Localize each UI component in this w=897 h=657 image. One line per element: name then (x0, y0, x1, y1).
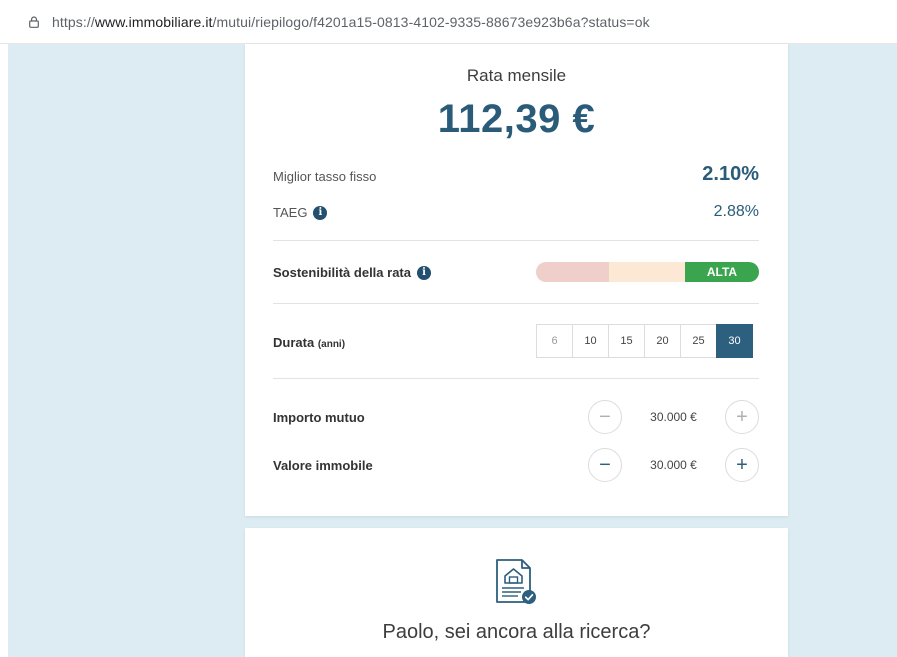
rata-title: Rata mensile (466, 66, 567, 85)
divider (273, 378, 759, 379)
durata-option-25[interactable]: 25 (680, 324, 717, 358)
divider (273, 240, 759, 241)
address-bar[interactable]: https://www.immobiliare.it/mutui/riepilo… (0, 0, 897, 44)
sostenibilita-bar: ALTA (536, 262, 759, 282)
valore-stepper: − 30.000 € + (588, 448, 759, 482)
taeg-label: TAEG (273, 205, 308, 220)
sostenibilita-segment-low (536, 262, 609, 282)
durata-label: Durata (anni) (273, 335, 345, 350)
lock-icon (29, 16, 39, 28)
taeg-info-icon[interactable]: i (313, 205, 328, 220)
sostenibilita-info-icon[interactable]: i (417, 265, 431, 280)
durata-unit: (anni) (317, 339, 346, 350)
valore-label: Valore immobile (273, 458, 373, 473)
durata-option-10[interactable]: 10 (572, 324, 609, 358)
valore-value[interactable]: 30.000 € (622, 458, 725, 472)
rata-value: 112,39 € (437, 97, 596, 141)
promo-title: Paolo, sei ancora alla ricerca? (382, 621, 651, 643)
taeg-label-row: TAEG i (273, 205, 328, 220)
durata-option-30[interactable]: 30 (716, 324, 753, 358)
tasso-value: 2.10% (702, 163, 759, 185)
page-left-edge (0, 44, 8, 657)
sostenibilita-level-badge: ALTA (685, 262, 759, 282)
durata-label-text: Durata (273, 335, 315, 350)
durata-option-15[interactable]: 15 (608, 324, 645, 358)
sostenibilita-segment-mid (609, 262, 685, 282)
url-domain: www.immobiliare.it (94, 14, 213, 30)
tasso-label: Miglior tasso fisso (273, 169, 377, 184)
durata-option-6[interactable]: 6 (536, 324, 573, 358)
valore-increase-button[interactable]: + (725, 448, 759, 482)
importo-stepper: − 30.000 € + (588, 400, 759, 434)
mortgage-summary-card: Rata mensile 112,39 € Miglior tasso fiss… (245, 44, 788, 516)
sostenibilita-label-row: Sostenibilità della rata i (273, 265, 431, 280)
valore-decrease-button[interactable]: − (588, 448, 622, 482)
importo-decrease-button[interactable]: − (588, 400, 622, 434)
url-text[interactable]: https://www.immobiliare.it/mutui/riepilo… (52, 14, 650, 30)
durata-selector: 6 10 15 20 25 30 (536, 324, 753, 358)
document-house-check-icon (496, 559, 536, 604)
divider (273, 303, 759, 304)
importo-label: Importo mutuo (273, 410, 365, 425)
search-promo-card: Paolo, sei ancora alla ricerca? (245, 528, 788, 657)
importo-value[interactable]: 30.000 € (622, 410, 725, 424)
durata-option-20[interactable]: 20 (644, 324, 681, 358)
taeg-value: 2.88% (713, 203, 759, 220)
importo-increase-button[interactable]: + (725, 400, 759, 434)
url-path: /mutui/riepilogo/f4201a15-0813-4102-9335… (212, 14, 650, 30)
url-prefix: https:// (52, 14, 95, 30)
sostenibilita-label: Sostenibilità della rata (273, 265, 411, 280)
